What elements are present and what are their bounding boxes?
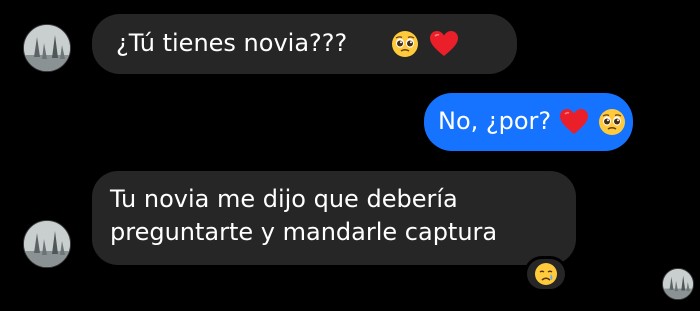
message-text: ¿Tú tienes novia???	[116, 29, 348, 57]
crying-face-icon	[534, 262, 558, 286]
contact-avatar[interactable]	[23, 220, 71, 268]
outgoing-message-bubble[interactable]: No, ¿por?	[424, 93, 633, 151]
message-text-line: Tu novia me dijo que debería	[110, 185, 458, 213]
pleading-face-icon	[391, 30, 419, 58]
contact-avatar[interactable]	[23, 24, 71, 72]
seen-avatar	[662, 268, 694, 300]
pleading-face-icon	[598, 108, 626, 136]
forest-photo-icon	[24, 221, 70, 267]
incoming-message-bubble[interactable]: ¿Tú tienes novia???	[92, 14, 517, 74]
message-text-line: preguntarte y mandarle captura	[110, 218, 498, 246]
forest-photo-icon	[663, 269, 693, 299]
message-reaction[interactable]	[524, 256, 568, 292]
message-text: No, ¿por?	[438, 107, 552, 135]
forest-photo-icon	[24, 25, 70, 71]
chat-thread: ¿Tú tienes novia??? No, ¿por? Tu novia m…	[0, 0, 700, 311]
incoming-message-bubble[interactable]: Tu novia me dijo que debería preguntarte…	[92, 171, 576, 265]
red-heart-icon	[429, 30, 459, 58]
red-heart-icon	[559, 108, 589, 136]
